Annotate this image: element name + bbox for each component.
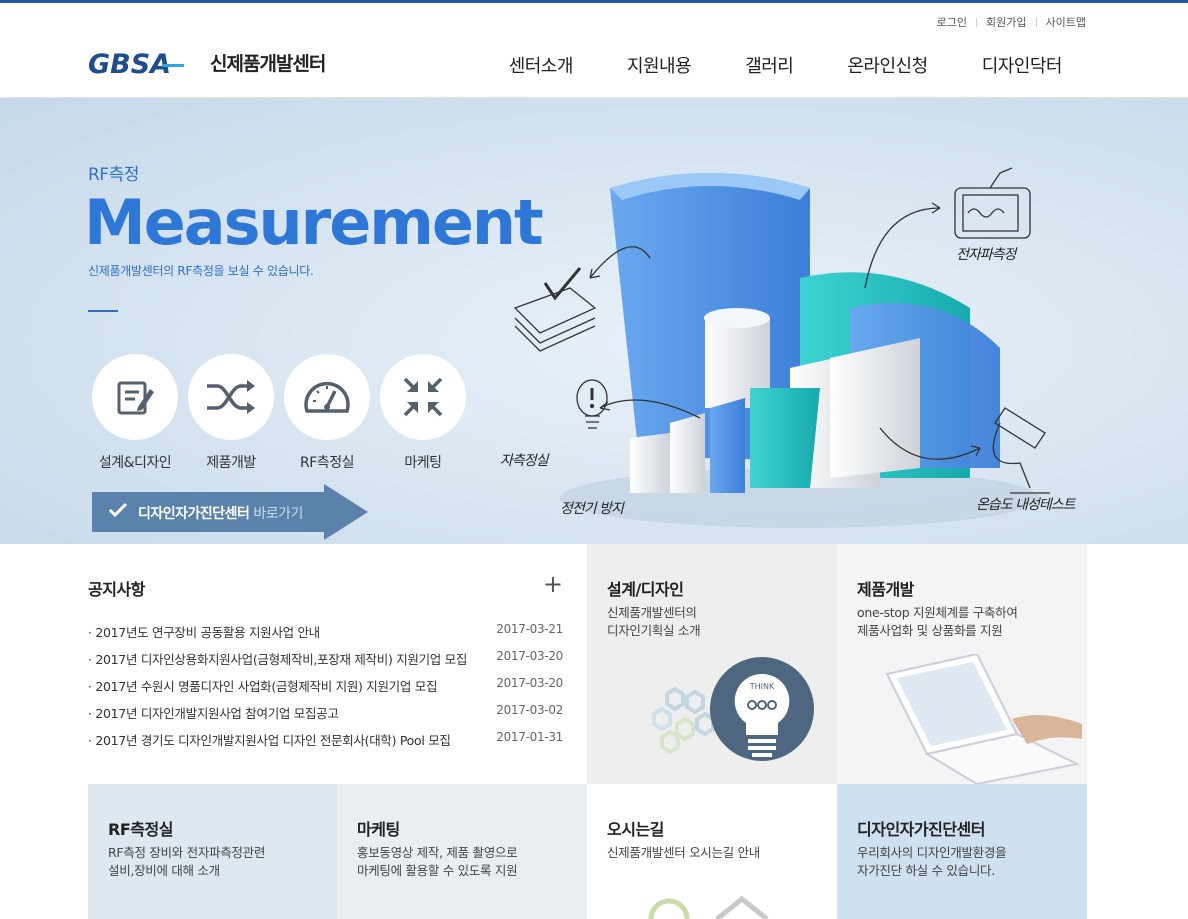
gauge-icon <box>304 381 350 413</box>
nav-gallery[interactable]: 갤러리 <box>745 52 794 78</box>
utility-links: 로그인 회원가입 사이트맵 <box>937 14 1086 30</box>
tile-description: 신제품개발센터의 디자인기획실 소개 <box>607 605 701 638</box>
quick-marketing[interactable]: 마케팅 <box>380 354 466 472</box>
3d-chart-illustration <box>513 167 1050 528</box>
hero-subtitle: RF측정 <box>88 165 139 185</box>
quick-menu: 설계&디자인 제품개발 RF측정실 마케팅 <box>92 354 476 472</box>
shuffle-icon <box>207 380 255 414</box>
nav-center-intro[interactable]: 센터소개 <box>509 52 574 78</box>
hero-title: Measurement <box>84 186 544 259</box>
quick-rf-lab[interactable]: RF측정실 <box>284 354 370 472</box>
compress-icon <box>403 377 443 417</box>
notice-title: 공지사항 <box>88 580 145 599</box>
gbsa-logo-mark: GBSA <box>88 51 184 75</box>
tile-title: 디자인자가진단센터 <box>857 820 985 839</box>
tile-title: 제품개발 <box>857 580 914 599</box>
laptop-icon <box>885 654 1082 784</box>
nav-design-doctor[interactable]: 디자인닥터 <box>982 52 1063 78</box>
site-logo[interactable]: GBSA 신제품개발센터 <box>88 49 326 76</box>
tile-title: 설계/디자인 <box>607 580 684 599</box>
notice-item[interactable]: · 2017년 경기도 디자인개발지원사업 디자인 전문회사(대학) Pool … <box>88 730 563 757</box>
signup-link[interactable]: 회원가입 <box>986 14 1026 30</box>
quick-product[interactable]: 제품개발 <box>188 354 274 472</box>
tile-title: 마케팅 <box>357 820 400 839</box>
logo-title: 신제품개발센터 <box>210 53 326 75</box>
tile-title: RF측정실 <box>108 820 173 839</box>
hero-divider <box>88 310 118 312</box>
svg-text:THINK: THINK <box>749 682 775 691</box>
site-header: 로그인 회원가입 사이트맵 GBSA 신제품개발센터 센터소개 지원내용 갤러리… <box>0 3 1188 98</box>
notice-board: 공지사항 + · 2017년도 연구장비 공동활용 지원사업 안내 2017-03… <box>88 544 587 784</box>
tile-directions[interactable]: 오시는길 신제품개발센터 오시는길 안내 <box>587 784 837 919</box>
hero-description: 신제품개발센터의 RF측정을 보실 수 있습니다. <box>88 264 314 278</box>
divider <box>976 17 978 27</box>
notice-more-button[interactable]: + <box>543 572 563 596</box>
tile-product-dev[interactable]: 제품개발 one-stop 지원체계를 구축하여 제품사업화 및 상품화를 지원 <box>837 544 1087 784</box>
divider <box>1035 17 1037 27</box>
quick-label: 제품개발 <box>206 455 256 471</box>
hero-banner: RF측정 Measurement 신제품개발센터의 RF측정을 보실 수 있습니… <box>0 98 1188 544</box>
quick-label: RF측정실 <box>300 455 354 471</box>
notice-item[interactable]: · 2017년 수원시 명품디자인 사업화(금형제작비 지원) 지원기업 모집 2… <box>88 676 563 703</box>
sitemap-link[interactable]: 사이트맵 <box>1046 14 1086 30</box>
map-pin-icon <box>648 895 769 919</box>
tile-title: 오시는길 <box>607 820 664 839</box>
tile-description: 우리회사의 디자인개발환경을 자가진단 하실 수 있습니다. <box>857 845 1007 878</box>
login-link[interactable]: 로그인 <box>937 14 967 30</box>
shortcut-label: 디자인자가진단센터 바로가기 <box>138 506 303 522</box>
illustration-label: 전자파측정 <box>956 247 1016 263</box>
check-icon <box>108 502 128 518</box>
tile-marketing[interactable]: 마케팅 홍보동영상 제작, 제품 촬영으로 마케팅에 활용할 수 있도록 지원 <box>337 784 587 919</box>
illustration-label: 온습도 내성테스트 <box>976 497 1075 513</box>
measurement-illustration: 자측정실 전자파측정 정전기 방지 온습도 내성테스트 <box>500 148 1100 544</box>
main-navigation: 센터소개 지원내용 갤러리 온라인신청 디자인닥터 <box>455 52 1063 78</box>
quick-circle <box>92 354 178 440</box>
notice-item[interactable]: · 2017년 디자인개발지원사업 참여기업 모집공고 2017-03-02 <box>88 703 563 730</box>
nav-support[interactable]: 지원내용 <box>627 52 692 78</box>
quick-label: 설계&디자인 <box>98 455 172 471</box>
lightbulb-icon: THINK <box>652 657 814 761</box>
tile-design[interactable]: 설계/디자인 신제품개발센터의 디자인기획실 소개 THINK <box>587 544 837 784</box>
notice-item[interactable]: · 2017년도 연구장비 공동활용 지원사업 안내 2017-03-21 <box>88 622 563 649</box>
svg-text:GBSA: GBSA <box>88 51 171 75</box>
notice-item[interactable]: · 2017년 디자인상용화지원사업(금형제작비,포장재 제작비) 지원기업 모… <box>88 649 563 676</box>
quick-design[interactable]: 설계&디자인 <box>92 354 178 472</box>
edit-icon <box>117 381 154 415</box>
tile-self-diagnosis[interactable]: 디자인자가진단센터 우리회사의 디자인개발환경을 자가진단 하실 수 있습니다. <box>837 784 1087 919</box>
quick-circle <box>380 354 466 440</box>
tile-description: one-stop 지원체계를 구축하여 제품사업화 및 상품화를 지원 <box>857 605 1018 638</box>
notice-list: · 2017년도 연구장비 공동활용 지원사업 안내 2017-03-21 · 2… <box>88 622 563 757</box>
nav-online-apply[interactable]: 온라인신청 <box>847 52 928 78</box>
illustration-label: 정전기 방지 <box>560 501 624 517</box>
quick-circle <box>284 354 370 440</box>
self-diagnosis-shortcut-button[interactable]: 디자인자가진단센터 바로가기 <box>92 484 368 540</box>
quick-label: 마케팅 <box>404 455 442 471</box>
illustration-label: 자측정실 <box>500 453 549 469</box>
quick-circle <box>188 354 274 440</box>
tile-rf-lab[interactable]: RF측정실 RF측정 장비와 전자파측정관련 설비,장비에 대해 소개 <box>88 784 338 919</box>
tile-description: RF측정 장비와 전자파측정관련 설비,장비에 대해 소개 <box>108 845 266 878</box>
tile-description: 홍보동영상 제작, 제품 촬영으로 마케팅에 활용할 수 있도록 지원 <box>357 845 518 878</box>
tile-description: 신제품개발센터 오시는길 안내 <box>607 845 760 860</box>
